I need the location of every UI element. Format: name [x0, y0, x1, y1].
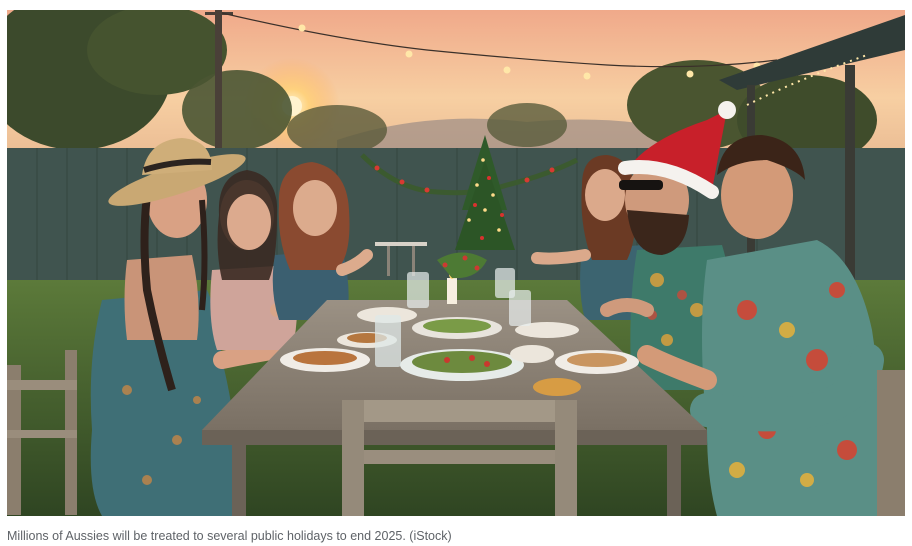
utility-pole: [215, 10, 222, 160]
outdoor-christmas-dinner-scene: [7, 10, 905, 516]
wooden-chair-right: [877, 370, 905, 516]
hero-photo: [7, 10, 905, 516]
photo-caption: Millions of Aussies will be treated to s…: [7, 529, 452, 543]
side-table: [375, 242, 427, 246]
